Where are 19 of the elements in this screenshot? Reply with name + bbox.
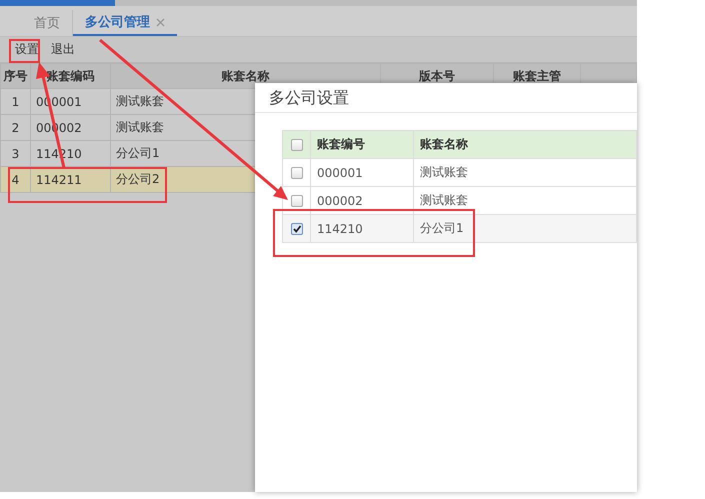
checkbox[interactable]	[290, 167, 302, 180]
column-header: 账套名称	[414, 130, 636, 158]
checkbox[interactable]	[290, 195, 302, 208]
table-cell: 114210	[310, 214, 414, 242]
dialog-title: 多公司设置	[268, 87, 350, 109]
column-header: 账套编号	[310, 130, 414, 158]
table-cell: 3	[0, 140, 30, 166]
toolbar-button[interactable]: 退出	[46, 39, 80, 60]
column-header: 序号	[0, 64, 30, 88]
table-cell: 测试账套	[414, 158, 636, 186]
highlight-box	[9, 39, 40, 63]
table-cell: 分公司1	[414, 214, 636, 242]
table-cell: 000001	[310, 158, 414, 186]
toolbar-button[interactable]: 设置	[10, 39, 44, 60]
table-cell: 2	[0, 114, 30, 140]
close-icon[interactable]	[156, 18, 165, 26]
checkbox[interactable]	[290, 139, 302, 152]
checkbox[interactable]	[290, 223, 302, 236]
table-cell: 1	[0, 88, 30, 114]
